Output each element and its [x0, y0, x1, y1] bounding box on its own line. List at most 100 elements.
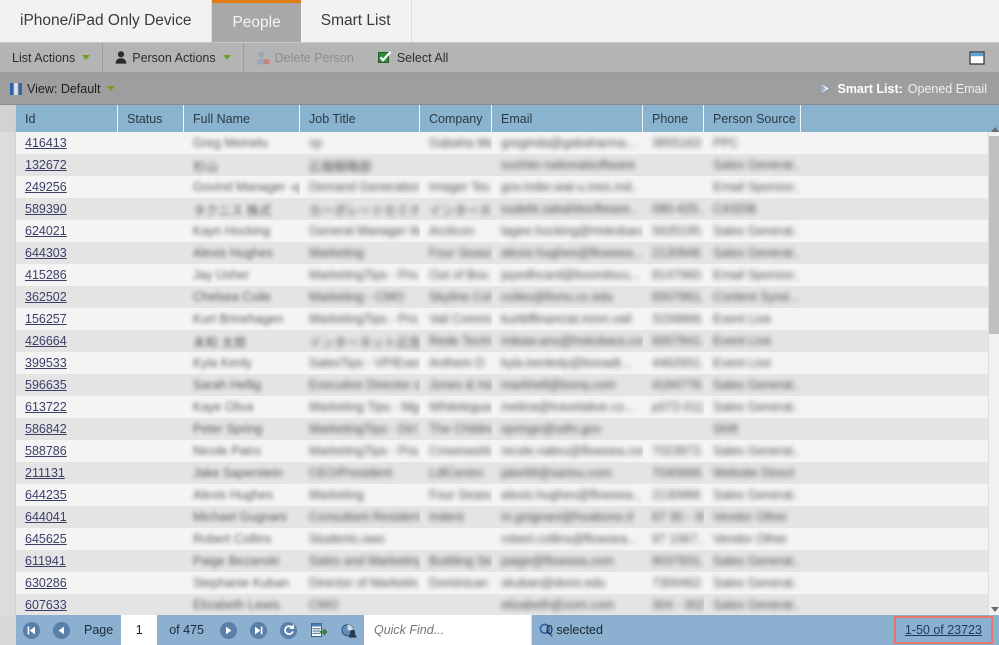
person-id-link[interactable]: 611941: [25, 554, 66, 568]
list-actions-button[interactable]: List Actions: [0, 43, 103, 73]
table-row[interactable]: 645625Robert CollinsStudents.oworobert.c…: [16, 528, 999, 550]
person-id-link[interactable]: 211131: [25, 466, 65, 480]
person-actions-button[interactable]: Person Actions: [103, 43, 243, 73]
table-row[interactable]: 362502Chelsea CoileMarketing - CMOSkylin…: [16, 286, 999, 308]
table-row[interactable]: 607633Elizabeth LewisCMOelizabeth@zom.co…: [16, 594, 999, 615]
previous-page-button[interactable]: [46, 615, 76, 645]
person-id-link[interactable]: 156257: [25, 312, 67, 326]
page-number-input[interactable]: [121, 615, 157, 645]
table-row[interactable]: 588786Nicole PatroMarketingTips - Pra...…: [16, 440, 999, 462]
quick-find-container[interactable]: [364, 615, 532, 645]
table-row[interactable]: 416413Greg MeineluvpGabaha Me...greginda…: [16, 132, 999, 154]
person-id-link[interactable]: 624021: [25, 224, 67, 238]
cell-id[interactable]: 586842: [16, 418, 118, 440]
cell-id[interactable]: 644235: [16, 484, 118, 506]
person-id-link[interactable]: 362502: [25, 290, 67, 304]
cell-id[interactable]: 589390: [16, 198, 118, 220]
table-row[interactable]: 624021Kayn HockingGeneral Manager W...Ar…: [16, 220, 999, 242]
column-header-id[interactable]: Id: [16, 105, 118, 132]
table-row[interactable]: 644235Alexis HughesMarketingFour Seaso..…: [16, 484, 999, 506]
cell-id[interactable]: 399533: [16, 352, 118, 374]
person-id-link[interactable]: 588786: [25, 444, 67, 458]
person-id-link[interactable]: 607633: [25, 598, 67, 612]
person-id-link[interactable]: 596635: [25, 378, 67, 392]
person-id-link[interactable]: 426664: [25, 334, 67, 348]
table-row[interactable]: 426664未和 太郎インターネット広告Rede Techno...mikaw.…: [16, 330, 999, 352]
person-id-link[interactable]: 249256: [25, 180, 67, 194]
export-button[interactable]: [304, 615, 334, 645]
person-id-link[interactable]: 415286: [25, 268, 67, 282]
grid-vertical-scrollbar[interactable]: [988, 132, 999, 615]
cell-id[interactable]: 596635: [16, 374, 118, 396]
smart-list-indicator[interactable]: Smart List: Opened Email: [819, 82, 999, 96]
last-page-button[interactable]: [244, 615, 274, 645]
person-id-link[interactable]: 586842: [25, 422, 67, 436]
cell-id[interactable]: 362502: [16, 286, 118, 308]
cell-id[interactable]: 644303: [16, 242, 118, 264]
cell-id[interactable]: 613722: [16, 396, 118, 418]
person-id-link[interactable]: 630286: [25, 576, 67, 590]
column-header-blank[interactable]: [801, 105, 999, 132]
first-page-button[interactable]: [16, 615, 46, 645]
scrollbar-thumb[interactable]: [989, 136, 999, 334]
cell-id[interactable]: 249256: [16, 176, 118, 198]
tab-smart-list[interactable]: Smart List: [301, 0, 412, 42]
table-row[interactable]: 249256Govind Manager -q...Demand Generat…: [16, 176, 999, 198]
table-row[interactable]: 415286Jay UsherMarketingTips - Pro...Out…: [16, 264, 999, 286]
cell-id[interactable]: 645625: [16, 528, 118, 550]
cell-id[interactable]: 630286: [16, 572, 118, 594]
refresh-button[interactable]: [274, 615, 304, 645]
select-all-button[interactable]: Select All: [366, 43, 460, 73]
record-range-link[interactable]: 1-50 of 23723: [905, 623, 982, 637]
table-row[interactable]: 156257Kurt BrinehagenMarketingTips - Pro…: [16, 308, 999, 330]
view-selector[interactable]: View: Default: [0, 82, 115, 96]
scroll-up-arrow[interactable]: [989, 123, 999, 135]
table-row[interactable]: 630286Stephanie KubanDirector of Marketi…: [16, 572, 999, 594]
table-row[interactable]: 586842Peter SpringMarketingTips - Dir/..…: [16, 418, 999, 440]
tab-iphone-ipad-only-device[interactable]: iPhone/iPad Only Device: [0, 0, 212, 42]
analytics-person-button[interactable]: [334, 615, 364, 645]
person-id-link[interactable]: 132672: [25, 158, 67, 172]
restore-window-button[interactable]: [955, 51, 999, 65]
person-id-link[interactable]: 589390: [25, 202, 67, 216]
cell-id[interactable]: 416413: [16, 132, 118, 154]
person-id-link[interactable]: 644303: [25, 246, 67, 260]
table-row[interactable]: 644303Alexis HughesMarketingFour Seaso..…: [16, 242, 999, 264]
person-id-link[interactable]: 645625: [25, 532, 67, 546]
cell-id[interactable]: 611941: [16, 550, 118, 572]
column-header-status[interactable]: Status: [118, 105, 184, 132]
person-id-link[interactable]: 644235: [25, 488, 67, 502]
column-header-title[interactable]: Job Title: [300, 105, 420, 132]
cell-id[interactable]: 644041: [16, 506, 118, 528]
column-header-source[interactable]: Person Source: [704, 105, 801, 132]
cell-id[interactable]: 624021: [16, 220, 118, 242]
column-header-phone[interactable]: Phone: [643, 105, 704, 132]
person-id-link[interactable]: 399533: [25, 356, 67, 370]
cell-id[interactable]: 211131: [16, 462, 118, 484]
table-row[interactable]: 613722Kaye OlivaMarketing Tips - MgrWhit…: [16, 396, 999, 418]
cell-id[interactable]: 132672: [16, 154, 118, 176]
table-row[interactable]: 132672杉山広報戦略部sushier.nationalsoftwareSal…: [16, 154, 999, 176]
column-header-name[interactable]: Full Name: [184, 105, 300, 132]
scroll-down-arrow[interactable]: [989, 603, 999, 615]
column-header-email[interactable]: Email: [492, 105, 643, 132]
person-id-link[interactable]: 613722: [25, 400, 67, 414]
cell-id[interactable]: 156257: [16, 308, 118, 330]
table-row[interactable]: 644041Michael GugnaniConsultant Resident…: [16, 506, 999, 528]
next-page-button[interactable]: [214, 615, 244, 645]
table-row[interactable]: 611941Paige BezanskiSales and Marketing …: [16, 550, 999, 572]
cell-id[interactable]: 415286: [16, 264, 118, 286]
table-row[interactable]: 589390タクニス 株式カーポレートセミナーインターネ...sudebt.sa…: [16, 198, 999, 220]
tab-people[interactable]: People: [212, 0, 300, 42]
table-row[interactable]: 211131Jake SapersteinCEO/PresidentLdlCen…: [16, 462, 999, 484]
table-row[interactable]: 399533Kyla KenlySalesTips - VP/ExecAnthe…: [16, 352, 999, 374]
cell-id[interactable]: 426664: [16, 330, 118, 352]
cell-id[interactable]: 607633: [16, 594, 118, 615]
column-header-company[interactable]: Company: [420, 105, 492, 132]
cell-id[interactable]: 588786: [16, 440, 118, 462]
quick-find-input[interactable]: [372, 616, 539, 644]
table-row[interactable]: 596635Sarah HelligExecutive Director of …: [16, 374, 999, 396]
person-id-link[interactable]: 644041: [25, 510, 67, 524]
person-id-link[interactable]: 416413: [25, 136, 67, 150]
delete-person-button[interactable]: Delete Person: [244, 43, 366, 73]
